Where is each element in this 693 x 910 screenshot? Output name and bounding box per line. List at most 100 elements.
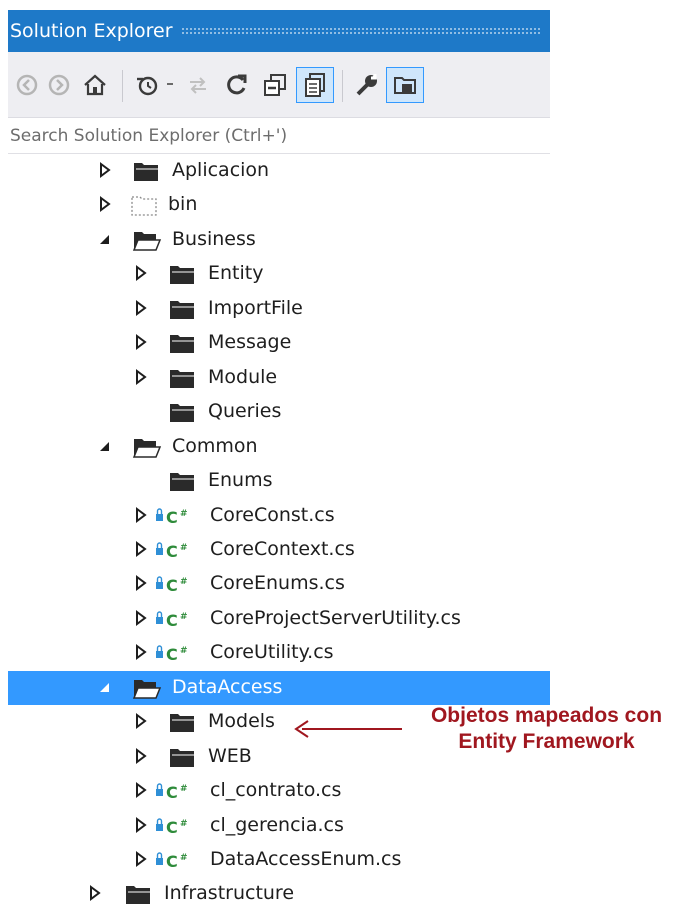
tree-row[interactable]: C # CoreProjectServerUtility.cs: [8, 602, 550, 636]
preview-icon: [394, 77, 416, 94]
show-all-files-button[interactable]: [296, 67, 334, 103]
expanded-arrow-icon[interactable]: [98, 438, 112, 454]
back-button[interactable]: [14, 70, 40, 100]
history-dropdown[interactable]: [162, 70, 178, 100]
svg-text:#: #: [180, 646, 188, 656]
folder-icon: [168, 297, 196, 321]
properties-button[interactable]: [352, 70, 382, 100]
collapsed-arrow-icon[interactable]: [134, 713, 148, 729]
search-input[interactable]: Search Solution Explorer (Ctrl+'): [8, 118, 550, 154]
tree-row[interactable]: C # CoreContext.cs: [8, 533, 550, 567]
preview-button[interactable]: [386, 67, 424, 103]
collapsed-arrow-icon[interactable]: [134, 610, 148, 626]
tree-row-label: Common: [172, 435, 258, 457]
folder-icon: [168, 745, 196, 769]
tree-row[interactable]: Aplicacion: [8, 154, 550, 188]
folder-icon: [168, 262, 196, 286]
svg-text:#: #: [180, 784, 188, 794]
tree-row[interactable]: ImportFile: [8, 292, 550, 326]
tree-row-label: Enums: [208, 469, 273, 491]
history-button[interactable]: [132, 70, 162, 100]
tree-row-label: CoreProjectServerUtility.cs: [210, 607, 461, 629]
tree-row-label: CoreUtility.cs: [210, 641, 334, 663]
collapsed-arrow-icon[interactable]: [134, 507, 148, 523]
svg-text:C: C: [166, 508, 178, 527]
csharp-file-icon: C #: [154, 504, 198, 528]
tree-row[interactable]: C # DataAccessEnum.cs: [8, 843, 550, 877]
svg-text:C: C: [166, 852, 178, 871]
tree-row[interactable]: Module: [8, 361, 550, 395]
annotation-arrow-icon: [294, 720, 402, 738]
panel-titlebar[interactable]: Solution Explorer: [8, 10, 550, 52]
home-icon: [84, 74, 106, 96]
svg-text:C: C: [166, 611, 178, 630]
tree-row[interactable]: C # CoreEnums.cs: [8, 567, 550, 601]
collapsed-arrow-icon[interactable]: [134, 541, 148, 557]
tree-row[interactable]: C # cl_gerencia.cs: [8, 809, 550, 843]
tree-row[interactable]: Infrastructure: [8, 877, 550, 910]
collapse-all-icon: [264, 74, 286, 96]
collapsed-arrow-icon[interactable]: [134, 851, 148, 867]
tree-row[interactable]: Message: [8, 326, 550, 360]
tree-row[interactable]: C # cl_contrato.cs: [8, 774, 550, 808]
toolbar-separator: [122, 70, 123, 102]
sync-icon: [190, 77, 206, 94]
tree-row[interactable]: Common: [8, 430, 550, 464]
collapsed-arrow-icon[interactable]: [134, 369, 148, 385]
tree-row[interactable]: Queries: [8, 395, 550, 429]
tree-row-label: Message: [208, 331, 292, 353]
back-icon: [16, 74, 38, 96]
tree-row[interactable]: Business: [8, 223, 550, 257]
folder-icon: [168, 331, 196, 355]
collapsed-arrow-icon[interactable]: [134, 782, 148, 798]
tree-row-label: CoreEnums.cs: [210, 572, 345, 594]
folder-icon: [132, 159, 160, 183]
collapse-all-button[interactable]: [260, 70, 290, 100]
collapsed-arrow-icon[interactable]: [134, 334, 148, 350]
csharp-file-icon: C #: [154, 814, 198, 838]
collapsed-arrow-icon[interactable]: [98, 162, 112, 178]
properties-icon: [356, 74, 377, 96]
tree-row-label: Aplicacion: [172, 159, 270, 181]
collapsed-arrow-icon[interactable]: [134, 817, 148, 833]
tree-row[interactable]: Enums: [8, 464, 550, 498]
history-icon: [137, 76, 158, 96]
annotation-line2: Entity Framework: [458, 730, 635, 753]
collapsed-arrow-icon[interactable]: [134, 300, 148, 316]
forward-icon: [48, 74, 70, 96]
refresh-button[interactable]: [222, 70, 252, 100]
svg-text:C: C: [166, 783, 178, 802]
annotation-callout: Objetos mapeados con Entity Framework: [404, 703, 689, 755]
home-button[interactable]: [80, 70, 110, 100]
collapsed-arrow-icon[interactable]: [134, 748, 148, 764]
tree-row[interactable]: C # CoreUtility.cs: [8, 636, 550, 670]
svg-text:#: #: [180, 612, 188, 622]
tree-row[interactable]: C # CoreConst.cs: [8, 499, 550, 533]
expanded-arrow-icon[interactable]: [98, 231, 112, 247]
excluded-folder-icon: [130, 193, 158, 217]
expanded-arrow-icon[interactable]: [98, 679, 112, 695]
collapsed-arrow-icon[interactable]: [134, 644, 148, 660]
folder-open-icon: [132, 228, 162, 252]
sync-button[interactable]: [184, 70, 212, 100]
svg-text:#: #: [180, 543, 188, 553]
svg-text:C: C: [166, 576, 178, 595]
tree-row[interactable]: Entity: [8, 257, 550, 291]
csharp-file-icon: C #: [154, 538, 198, 562]
tree-row-label: cl_contrato.cs: [210, 779, 342, 801]
collapsed-arrow-icon[interactable]: [98, 196, 112, 212]
forward-button[interactable]: [46, 70, 72, 100]
solution-explorer-panel: Solution Explorer Search Solution Explor…: [8, 10, 550, 910]
collapsed-arrow-icon[interactable]: [134, 265, 148, 281]
folder-icon: [124, 882, 152, 906]
tree-row-label: CoreContext.cs: [210, 538, 355, 560]
refresh-icon: [227, 74, 247, 95]
svg-text:C: C: [166, 542, 178, 561]
annotation-line1: Objetos mapeados con: [430, 704, 663, 727]
collapsed-arrow-icon[interactable]: [134, 575, 148, 591]
tree-row-label: Infrastructure: [164, 882, 295, 904]
collapsed-arrow-icon[interactable]: [88, 885, 102, 901]
tree-row-selected[interactable]: DataAccess: [8, 671, 550, 705]
tree-row[interactable]: bin: [8, 188, 550, 222]
svg-text:#: #: [180, 819, 188, 829]
